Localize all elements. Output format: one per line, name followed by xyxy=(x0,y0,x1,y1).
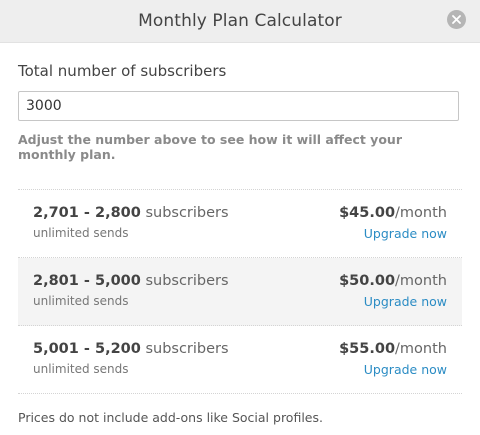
plan-row: 5,001 - 5,200 subscribers unlimited send… xyxy=(18,326,462,394)
close-icon xyxy=(452,15,461,24)
plan-range: 2,801 - 5,000 xyxy=(33,273,141,289)
plan-range: 2,701 - 2,800 xyxy=(33,205,141,221)
plan-list: 2,701 - 2,800 subscribers unlimited send… xyxy=(18,189,462,394)
subscribers-input[interactable] xyxy=(18,91,459,121)
plan-unit: subscribers xyxy=(145,205,229,221)
plan-calculator-modal: Monthly Plan Calculator Total number of … xyxy=(0,0,480,435)
plan-unit: subscribers xyxy=(145,341,229,357)
plan-sends: unlimited sends xyxy=(33,362,129,376)
plan-sends: unlimited sends xyxy=(33,294,129,308)
plan-info: 5,001 - 5,200 subscribers unlimited send… xyxy=(33,341,229,376)
upgrade-link[interactable]: Upgrade now xyxy=(339,294,447,309)
modal-content: Total number of subscribers Adjust the n… xyxy=(0,62,480,425)
modal-header: Monthly Plan Calculator xyxy=(0,0,480,43)
plan-period: /month xyxy=(395,341,447,357)
close-button[interactable] xyxy=(447,10,466,29)
plan-sends: unlimited sends xyxy=(33,226,129,240)
plan-info: 2,701 - 2,800 subscribers unlimited send… xyxy=(33,205,229,240)
upgrade-link[interactable]: Upgrade now xyxy=(339,226,447,241)
plan-period: /month xyxy=(395,205,447,221)
plan-unit: subscribers xyxy=(145,273,229,289)
plan-info: 2,801 - 5,000 subscribers unlimited send… xyxy=(33,273,229,308)
plan-period: /month xyxy=(395,273,447,289)
plan-pricing: $45.00/month Upgrade now xyxy=(339,205,447,241)
plan-row: 2,701 - 2,800 subscribers unlimited send… xyxy=(18,190,462,258)
plan-price: $45.00 xyxy=(339,205,396,221)
plan-pricing: $55.00/month Upgrade now xyxy=(339,341,447,377)
plan-pricing: $50.00/month Upgrade now xyxy=(339,273,447,309)
plan-price: $50.00 xyxy=(339,273,396,289)
plan-price: $55.00 xyxy=(339,341,396,357)
plan-range: 5,001 - 5,200 xyxy=(33,341,141,357)
plan-row-current: 2,801 - 5,000 subscribers unlimited send… xyxy=(18,258,462,326)
subscribers-label: Total number of subscribers xyxy=(18,62,227,80)
upgrade-link[interactable]: Upgrade now xyxy=(339,362,447,377)
pricing-footnote: Prices do not include add-ons like Socia… xyxy=(18,410,323,425)
modal-title: Monthly Plan Calculator xyxy=(138,11,342,31)
help-text: Adjust the number above to see how it wi… xyxy=(18,132,402,162)
